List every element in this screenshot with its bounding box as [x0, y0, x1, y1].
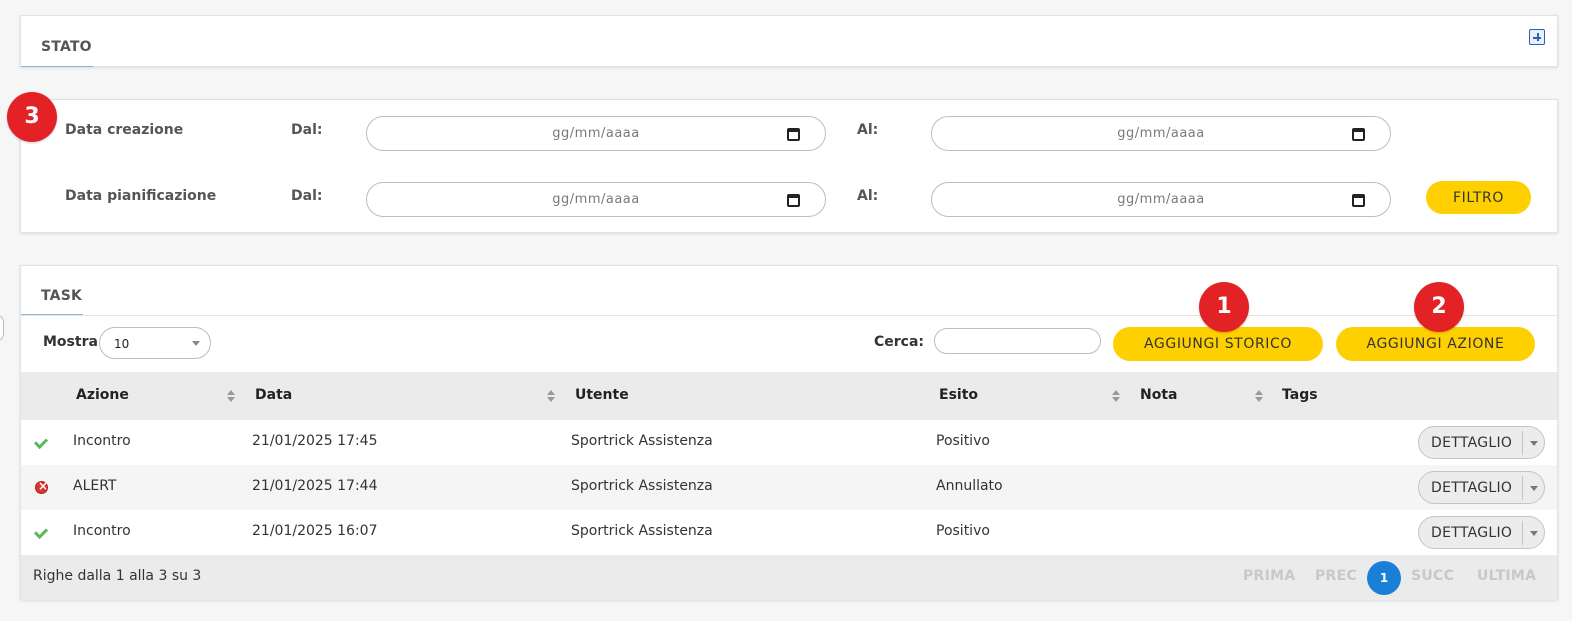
column-header-data[interactable]: Data [255, 387, 292, 403]
page-length-select[interactable]: 10 [99, 327, 211, 359]
creazione-al-input[interactable]: gg/mm/aaaa [931, 116, 1391, 151]
dettaglio-button[interactable]: DETTAGLIO [1418, 516, 1545, 549]
cell-data: 21/01/2025 16:07 [252, 523, 378, 539]
chevron-down-icon[interactable] [1530, 441, 1538, 446]
check-icon [33, 525, 49, 541]
chevron-down-icon[interactable] [1530, 531, 1538, 536]
sort-icon[interactable] [547, 390, 555, 402]
aggiungi-storico-button[interactable]: AGGIUNGI STORICO [1113, 327, 1323, 361]
check-icon [33, 435, 49, 451]
dettaglio-button[interactable]: DETTAGLIO [1418, 471, 1545, 504]
expand-plus-icon[interactable] [1529, 29, 1545, 45]
sort-icon[interactable] [1255, 390, 1263, 402]
pianificazione-dal-input[interactable]: gg/mm/aaaa [366, 182, 826, 217]
column-header-tags[interactable]: Tags [1282, 387, 1318, 403]
chevron-down-icon[interactable] [1530, 486, 1538, 491]
dettaglio-label: DETTAGLIO [1431, 525, 1513, 541]
creazione-dal-placeholder: gg/mm/aaaa [552, 126, 640, 141]
column-header-nota[interactable]: Nota [1140, 387, 1177, 403]
cell-esito: Positivo [936, 433, 990, 449]
table-row: ALERT 21/01/2025 17:44 Sportrick Assiste… [21, 465, 1557, 510]
table-footer: Righe dalla 1 alla 3 su 3 PRIMA PREC 1 S… [21, 555, 1557, 600]
page-length-value: 10 [114, 337, 130, 351]
aggiungi-azione-button[interactable]: AGGIUNGI AZIONE [1336, 327, 1535, 361]
creazione-dal-input[interactable]: gg/mm/aaaa [366, 116, 826, 151]
table-info: Righe dalla 1 alla 3 su 3 [33, 568, 202, 584]
pagination-first[interactable]: PRIMA [1243, 568, 1296, 584]
sort-icon[interactable] [1112, 390, 1120, 402]
annotation-badge-3: 3 [7, 92, 57, 142]
dettaglio-button[interactable]: DETTAGLIO [1418, 426, 1545, 459]
calendar-icon[interactable] [787, 194, 800, 207]
cell-utente: Sportrick Assistenza [571, 433, 713, 449]
search-input[interactable] [934, 328, 1101, 354]
cell-esito: Positivo [936, 523, 990, 539]
pianificazione-al-placeholder: gg/mm/aaaa [1117, 192, 1205, 207]
cell-utente: Sportrick Assistenza [571, 523, 713, 539]
column-header-esito[interactable]: Esito [939, 387, 978, 403]
data-pianificazione-label: Data pianificazione [65, 188, 217, 204]
pagination-current[interactable]: 1 [1367, 561, 1401, 595]
calendar-icon[interactable] [1352, 128, 1365, 141]
stato-title: STATO [41, 39, 92, 55]
cell-azione: Incontro [73, 433, 131, 449]
column-header-utente[interactable]: Utente [575, 387, 629, 403]
data-creazione-label: Data creazione [65, 122, 184, 138]
x-icon [35, 479, 48, 494]
creazione-dal-label: Dal: [291, 122, 323, 138]
stato-panel: STATO [20, 15, 1558, 67]
pagination-next[interactable]: SUCC [1411, 568, 1454, 584]
task-title: TASK [41, 288, 83, 304]
pianificazione-dal-label: Dal: [291, 188, 323, 204]
cell-data: 21/01/2025 17:45 [252, 433, 378, 449]
pagination-last[interactable]: ULTIMA [1477, 568, 1536, 584]
button-divider [1522, 476, 1523, 500]
cell-esito: Annullato [936, 478, 1003, 494]
pianificazione-al-label: Al: [857, 188, 879, 204]
cell-azione: ALERT [73, 478, 117, 494]
column-header-azione[interactable]: Azione [76, 387, 129, 403]
pianificazione-dal-placeholder: gg/mm/aaaa [552, 192, 640, 207]
sort-icon[interactable] [227, 390, 235, 402]
pagination-prev[interactable]: PREC [1315, 568, 1357, 584]
creazione-al-placeholder: gg/mm/aaaa [1117, 126, 1205, 141]
dettaglio-label: DETTAGLIO [1431, 480, 1513, 496]
cell-data: 21/01/2025 17:44 [252, 478, 378, 494]
button-divider [1522, 521, 1523, 545]
annotation-badge-1: 1 [1199, 282, 1249, 332]
chevron-down-icon [192, 341, 200, 346]
calendar-icon[interactable] [787, 128, 800, 141]
cell-azione: Incontro [73, 523, 131, 539]
pianificazione-al-input[interactable]: gg/mm/aaaa [931, 182, 1391, 217]
filtro-button[interactable]: FILTRO [1426, 181, 1531, 214]
mostra-label: Mostra [43, 334, 98, 350]
dettaglio-label: DETTAGLIO [1431, 435, 1513, 451]
table-row: Incontro 21/01/2025 17:45 Sportrick Assi… [21, 420, 1557, 465]
date-filter-panel: Data creazione Dal: gg/mm/aaaa Al: gg/mm… [20, 99, 1558, 233]
button-divider [1522, 431, 1523, 455]
task-panel: TASK Mostra 10 Cerca: AGGIUNGI STORICO A… [20, 265, 1558, 600]
task-divider [21, 315, 1557, 316]
table-row: Incontro 21/01/2025 16:07 Sportrick Assi… [21, 510, 1557, 555]
collapse-handle[interactable] [0, 315, 4, 341]
stato-title-underline [21, 66, 93, 67]
calendar-icon[interactable] [1352, 194, 1365, 207]
cerca-label: Cerca: [874, 334, 925, 350]
annotation-badge-2: 2 [1414, 282, 1464, 332]
table-header: Azione Data Utente Esito Nota Tags [21, 372, 1557, 420]
creazione-al-label: Al: [857, 122, 879, 138]
cell-utente: Sportrick Assistenza [571, 478, 713, 494]
